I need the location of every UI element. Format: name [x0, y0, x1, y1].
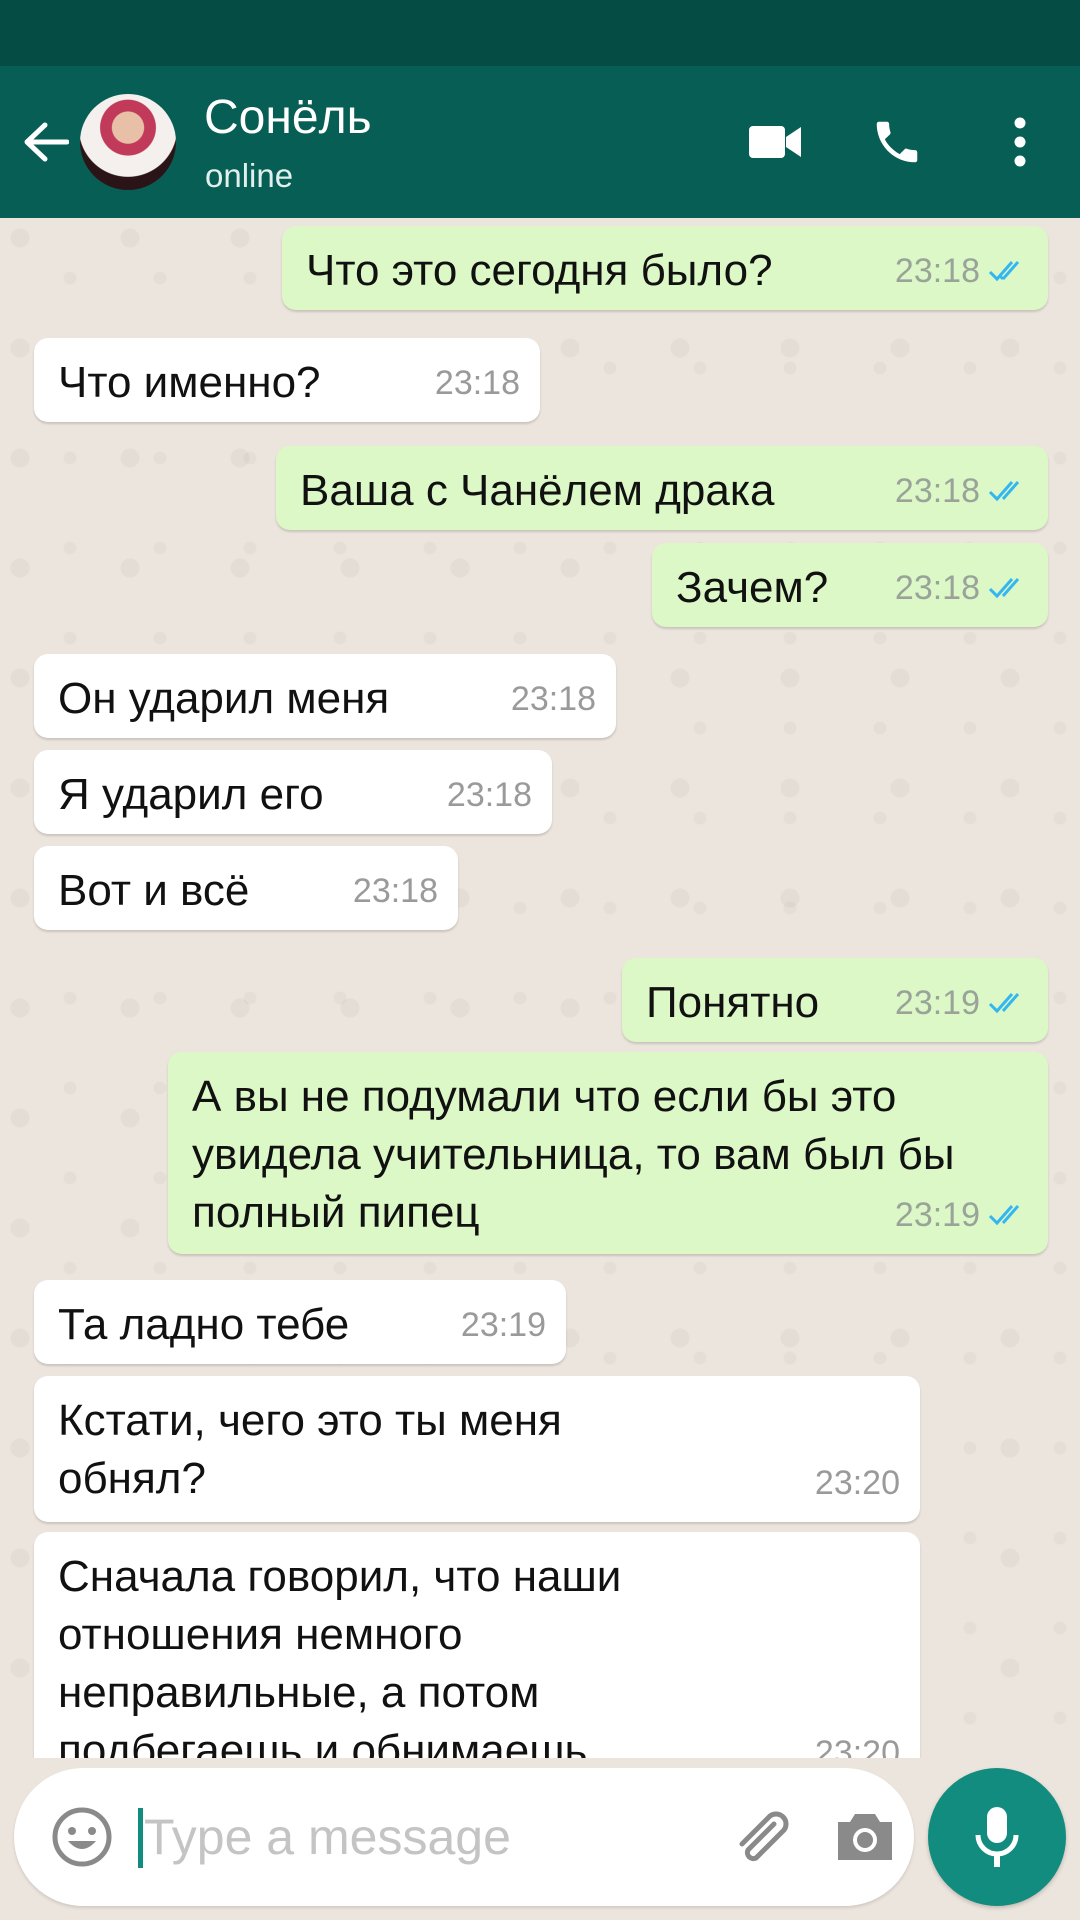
camera-icon: [838, 1814, 892, 1860]
message-time: 23:20: [814, 1734, 900, 1758]
message-text: Понятно: [646, 978, 820, 1027]
mic-icon: [975, 1807, 1019, 1867]
message-text: Он ударил меня: [58, 674, 390, 723]
double-check-icon: [988, 261, 1020, 282]
phone-icon: [876, 121, 918, 163]
message-time: 23:18: [894, 569, 980, 607]
message-incoming[interactable]: Та ладно тебе 23:19: [34, 1280, 566, 1364]
camera-button[interactable]: [832, 1804, 898, 1870]
message-time: 23:18: [894, 472, 980, 510]
message-input[interactable]: [144, 1804, 704, 1870]
message-outgoing[interactable]: Зачем? 23:18: [652, 543, 1048, 627]
message-incoming[interactable]: Вот и всё 23:18: [34, 846, 458, 930]
message-time: 23:18: [434, 364, 520, 402]
emoji-button[interactable]: [50, 1805, 114, 1869]
back-button[interactable]: [16, 114, 76, 170]
message-incoming[interactable]: Он ударил меня 23:18: [34, 654, 616, 738]
message-text: Зачем?: [676, 563, 829, 612]
message-incoming[interactable]: Сначала говорил, что наши отношения немн…: [34, 1532, 920, 1758]
message-outgoing[interactable]: А вы не подумали что если бы это увидела…: [168, 1052, 1048, 1254]
contact-name[interactable]: Сонёль: [204, 88, 372, 148]
message-text: Что именно?: [58, 358, 321, 407]
attach-icon: [739, 1811, 789, 1862]
video-call-icon: [749, 126, 801, 158]
message-incoming[interactable]: Что именно? 23:18: [34, 338, 540, 422]
message-text: Ваша с Чанёлем драка: [300, 466, 775, 515]
message-text: Я ударил его: [58, 770, 324, 819]
double-check-icon: [988, 578, 1020, 599]
voice-message-button[interactable]: [928, 1768, 1066, 1906]
more-vert-icon: [1014, 117, 1026, 167]
voice-call-button[interactable]: [862, 110, 932, 174]
more-options-button[interactable]: [1000, 110, 1040, 174]
chat-header: Сонёль online: [0, 66, 1080, 218]
message-text: Вот и всё: [58, 866, 250, 915]
status-bar: [0, 0, 1080, 66]
message-time: 23:20: [814, 1464, 900, 1502]
message-time: 23:18: [894, 252, 980, 290]
message-incoming[interactable]: Кстати, чего это ты меня обнял? 23:20: [34, 1376, 920, 1522]
double-check-icon: [988, 1205, 1020, 1226]
message-outgoing[interactable]: Ваша с Чанёлем драка 23:18: [276, 446, 1048, 530]
message-text: Сначала говорил, что наши отношения немн…: [58, 1552, 622, 1758]
message-time: 23:19: [894, 984, 980, 1022]
message-outgoing[interactable]: Понятно 23:19: [622, 958, 1048, 1042]
video-call-button[interactable]: [740, 110, 810, 174]
double-check-icon: [988, 993, 1020, 1014]
message-incoming[interactable]: Я ударил его 23:18: [34, 750, 552, 834]
message-time: 23:18: [446, 776, 532, 814]
message-time: 23:19: [460, 1306, 546, 1344]
back-arrow-icon: [24, 122, 69, 162]
message-list[interactable]: Что это сегодня было? 23:18 Что именно? …: [0, 218, 1080, 1758]
message-outgoing[interactable]: Что это сегодня было? 23:18: [282, 226, 1048, 310]
message-composer: [14, 1768, 914, 1906]
message-text: Кстати, чего это ты меня обнял?: [58, 1396, 562, 1503]
message-time: 23:18: [352, 872, 438, 910]
double-check-icon: [988, 481, 1020, 502]
avatar[interactable]: [80, 94, 176, 190]
attach-button[interactable]: [730, 1804, 802, 1870]
message-time: 23:18: [510, 680, 596, 718]
text-cursor: [138, 1808, 143, 1868]
message-text: А вы не подумали что если бы это увидела…: [192, 1072, 955, 1237]
message-text: Что это сегодня было?: [306, 246, 773, 295]
message-text: Та ладно тебе: [58, 1300, 350, 1349]
contact-status: online: [205, 157, 294, 194]
emoji-icon: [52, 1807, 112, 1867]
message-time: 23:19: [894, 1196, 980, 1234]
